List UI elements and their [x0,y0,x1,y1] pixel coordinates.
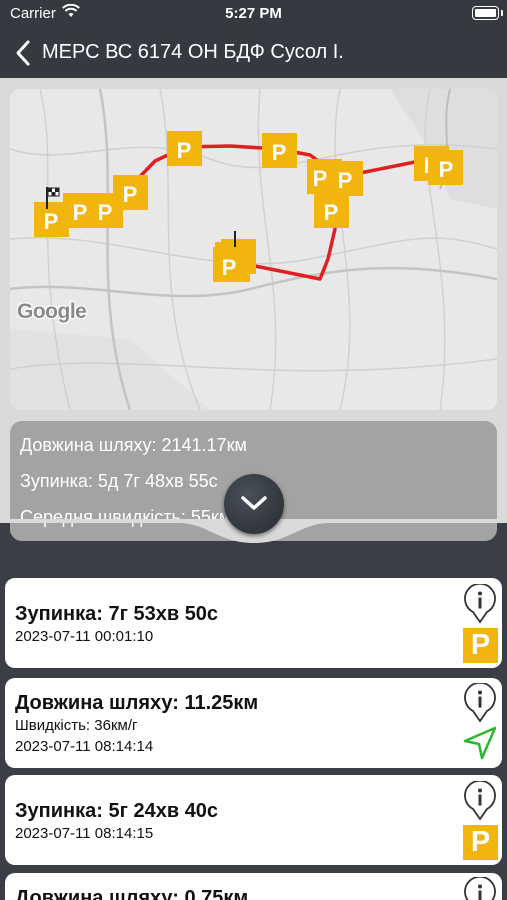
svg-text:P: P [324,200,339,225]
parking-icon: P [463,825,498,860]
expand-button[interactable] [224,474,284,534]
total-distance: Довжина шляху: 2141.17км [20,435,247,455]
info-pin-icon[interactable] [463,877,497,900]
event-title: Зупинка: 7г 53хв 50с [15,603,219,625]
event-timestamp: 2023-07-11 08:14:15 [15,825,154,842]
event-title: Довжина шляху: 0.75км [15,887,249,900]
event-title: Зупинка: 5г 24хв 40с [15,800,219,822]
event-speed: Швидкість: 36км/г [15,717,138,734]
event-timestamp: 2023-07-11 00:01:10 [15,628,154,645]
back-chevron-icon[interactable] [12,39,36,67]
navigation-arrow-icon [463,726,497,760]
list-item[interactable]: Зупинка: 7г 53хв 50с 2023-07-11 00:01:10… [5,578,502,668]
svg-text:P: P [98,200,113,225]
total-stop-time: Зупинка: 5д 7г 48хв 55с [20,471,218,491]
clock: 5:27 PM [225,5,282,22]
info-pin-icon[interactable] [463,781,497,821]
status-bar: Carrier 5:27 PM [0,0,507,28]
svg-text:P: P [73,200,88,225]
svg-text:P: P [439,157,454,182]
navigation-bar: МЕРС ВС 6174 ОН БДФ Сусол І. [0,28,507,78]
chevron-down-icon [241,496,267,510]
svg-text:P: P [222,255,237,280]
svg-text:P: P [177,138,192,163]
trip-overview-panel: P P P P P P P P P P P P P [0,78,507,541]
page-title: МЕРС ВС 6174 ОН БДФ Сусол І. [42,41,344,63]
route-map[interactable]: P P P P P P P P P P P P P [10,89,497,410]
svg-text:P: P [44,209,59,234]
list-item[interactable]: Зупинка: 5г 24хв 40с 2023-07-11 08:14:15… [5,775,502,865]
battery-tip [501,10,503,16]
battery-icon [472,6,499,20]
svg-text:P: P [123,182,138,207]
svg-text:P: P [272,140,287,165]
google-logo: Google [17,300,87,323]
list-item[interactable]: Довжина шляху: 11.25км Швидкість: 36км/г… [5,678,502,768]
info-pin-icon[interactable] [463,584,497,624]
event-timestamp: 2023-07-11 08:14:14 [15,738,154,755]
map-canvas: P P P P P P P P P P P P P [10,89,497,410]
info-pin-icon[interactable] [463,683,497,723]
parking-icon: P [463,628,498,663]
event-title: Довжина шляху: 11.25км [15,692,259,714]
list-item[interactable]: Довжина шляху: 0.75км [5,873,502,900]
svg-text:P: P [338,168,353,193]
svg-text:P: P [313,166,328,191]
